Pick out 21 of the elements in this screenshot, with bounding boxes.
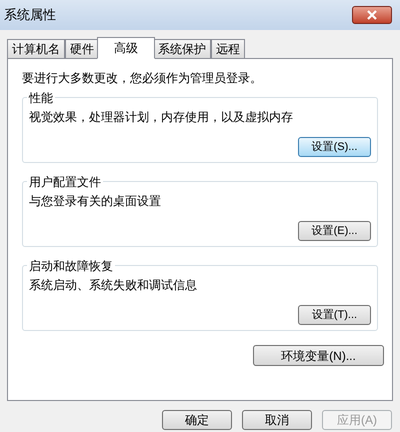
tab[interactable]: 远程 [211, 39, 245, 58]
group-title: 性能 [27, 89, 55, 107]
group-title: 启动和故障恢复 [27, 257, 115, 275]
notice-text: 要进行大多数更改，您必须作为管理员登录。 [22, 70, 263, 87]
close-icon [367, 10, 377, 20]
tab[interactable]: 计算机名 [7, 39, 65, 58]
group-description: 系统启动、系统失败和调试信息 [29, 277, 198, 294]
settings-button[interactable]: 设置(S)... [298, 137, 371, 157]
dialog-button[interactable]: 确定 [162, 410, 232, 430]
tab[interactable]: 高级 [97, 37, 155, 59]
tab[interactable]: 系统保护 [153, 39, 211, 58]
group-title: 用户配置文件 [27, 173, 103, 191]
window-title: 系统属性 [4, 6, 56, 24]
group-description: 与您登录有关的桌面设置 [29, 193, 162, 210]
tab[interactable]: 硬件 [65, 39, 99, 58]
dialog-button[interactable]: 取消 [242, 410, 312, 430]
close-button[interactable] [352, 6, 392, 24]
settings-button[interactable]: 设置(E)... [298, 221, 371, 241]
environment-variables-button[interactable]: 环境变量(N)... [253, 345, 384, 366]
group-description: 视觉效果，处理器计划，内存使用，以及虚拟内存 [29, 109, 294, 126]
settings-button[interactable]: 设置(T)... [298, 305, 371, 325]
